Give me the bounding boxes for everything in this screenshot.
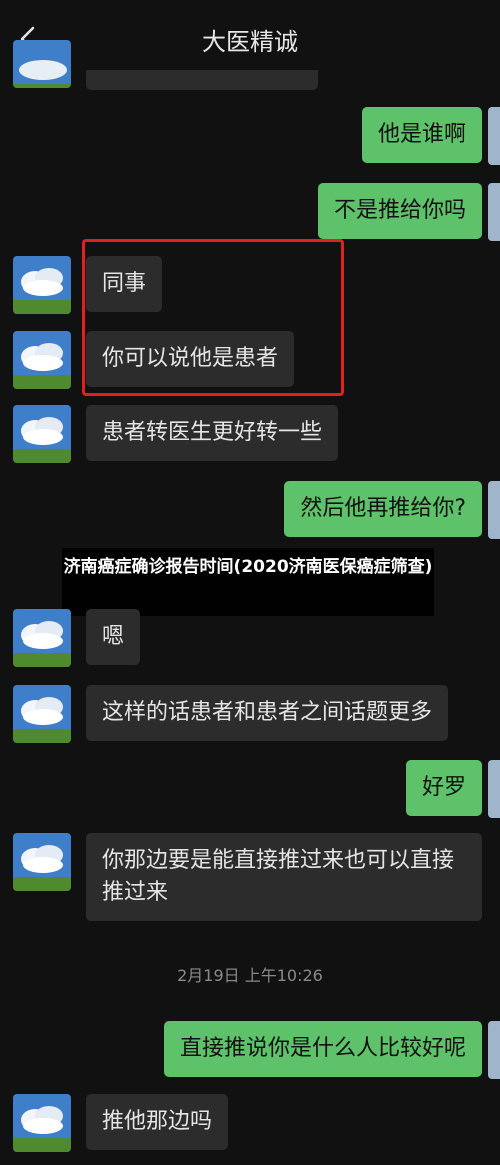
top-bar: 大医精诚 bbox=[0, 0, 500, 78]
contact-avatar[interactable] bbox=[13, 256, 71, 314]
highlight-box bbox=[82, 239, 344, 396]
contact-avatar[interactable] bbox=[13, 609, 71, 667]
timestamp: 2月19日 上午10:26 bbox=[177, 966, 323, 985]
message-bubble-incoming[interactable]: 这样的话患者和患者之间话题更多 bbox=[86, 685, 449, 741]
message-bubble-outgoing[interactable]: 不是推给你吗 bbox=[317, 183, 482, 239]
user-avatar[interactable] bbox=[488, 760, 500, 818]
message-bubble-outgoing[interactable]: 他是谁啊 bbox=[361, 107, 482, 163]
message-bubble-incoming[interactable]: 嗯 bbox=[86, 609, 141, 665]
message-bubble-incoming[interactable]: 患者转医生更好转一些 bbox=[86, 405, 339, 461]
message-bubble-incoming[interactable]: 你那边要是能直接推过来也可以直接推过来 bbox=[86, 833, 482, 921]
message-bubble-partial bbox=[86, 70, 318, 90]
contact-avatar[interactable] bbox=[13, 685, 71, 743]
contact-avatar[interactable] bbox=[13, 331, 71, 389]
contact-avatar[interactable] bbox=[13, 833, 71, 891]
contact-avatar[interactable] bbox=[13, 40, 71, 88]
user-avatar[interactable] bbox=[488, 481, 500, 539]
message-bubble-outgoing[interactable]: 然后他再推给你? bbox=[284, 481, 482, 537]
contact-avatar[interactable] bbox=[13, 405, 71, 463]
article-title-text: 济南癌症确诊报告时间(2020济南医保癌症筛查) bbox=[63, 557, 433, 577]
message-bubble-incoming[interactable]: 推他那边吗 bbox=[86, 1094, 229, 1150]
contact-avatar[interactable] bbox=[13, 1094, 71, 1152]
chat-title: 大医精诚 bbox=[202, 28, 298, 56]
message-bubble-outgoing[interactable]: 直接推说你是什么人比较好呢 bbox=[163, 1021, 482, 1077]
user-avatar[interactable] bbox=[488, 107, 500, 165]
user-avatar[interactable] bbox=[488, 183, 500, 241]
message-bubble-outgoing[interactable]: 好罗 bbox=[405, 760, 482, 816]
user-avatar[interactable] bbox=[488, 1021, 500, 1079]
